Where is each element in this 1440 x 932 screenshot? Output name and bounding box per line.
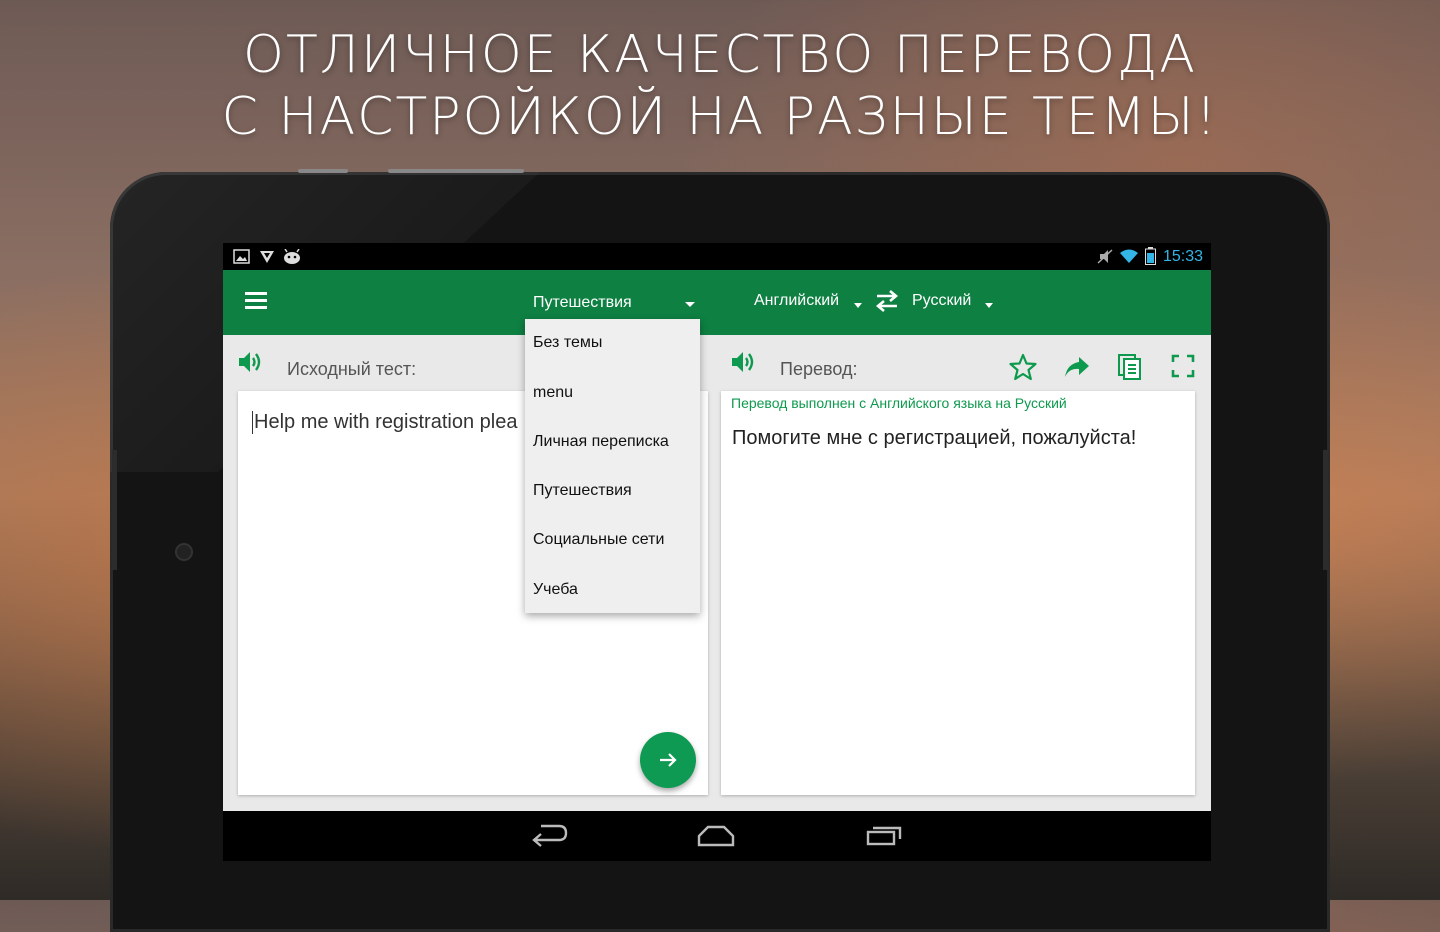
source-language-selector[interactable]: Английский xyxy=(754,292,839,310)
target-language-caret-icon[interactable] xyxy=(985,303,993,308)
translate-button[interactable] xyxy=(640,732,696,788)
recent-apps-icon[interactable] xyxy=(865,823,903,849)
copy-icon[interactable] xyxy=(1117,353,1143,381)
shield-notification-icon xyxy=(260,251,274,263)
share-icon[interactable] xyxy=(1063,353,1091,381)
source-speaker-icon[interactable] xyxy=(237,349,263,375)
source-text-input[interactable]: Help me with registration plea xyxy=(252,411,517,434)
status-time: 15:33 xyxy=(1162,248,1203,265)
topic-item-social[interactable]: Социальные сети xyxy=(533,531,664,549)
topic-item-study[interactable]: Учеба xyxy=(533,581,578,599)
topic-dropdown-caret-icon[interactable] xyxy=(685,302,695,307)
topic-selector[interactable]: Путешествия xyxy=(533,294,632,312)
translation-card: Перевод выполнен с Английского языка на … xyxy=(721,391,1195,795)
headline-line-1: ОТЛИЧНОЕ КАЧЕСТВО ПЕРЕВОДА xyxy=(243,25,1197,85)
wifi-icon xyxy=(1120,249,1138,263)
swap-languages-icon[interactable] xyxy=(873,288,901,314)
system-nav-bar xyxy=(223,811,1211,861)
target-language-selector[interactable]: Русский xyxy=(912,292,971,310)
fullscreen-icon[interactable] xyxy=(1171,353,1195,379)
translation-info: Перевод выполнен с Английского языка на … xyxy=(731,395,1067,411)
home-icon[interactable] xyxy=(696,823,736,849)
image-notification-icon xyxy=(233,249,250,264)
battery-icon xyxy=(1145,247,1156,265)
promo-headline: ОТЛИЧНОЕ КАЧЕСТВО ПЕРЕВОДА С НАСТРОЙКОЙ … xyxy=(0,24,1440,148)
app-toolbar: Путешествия Английский Русский xyxy=(223,270,1211,335)
tablet-volume-button xyxy=(298,169,348,173)
headline-line-2: С НАСТРОЙКОЙ НА РАЗНЫЕ ТЕМЫ! xyxy=(221,87,1219,147)
arrow-right-icon xyxy=(660,753,677,767)
topic-item-personal[interactable]: Личная переписка xyxy=(533,433,669,451)
tablet-side-button-right xyxy=(1323,450,1328,570)
favorite-star-icon[interactable] xyxy=(1009,353,1037,381)
topic-dropdown-menu: Без темы menu Личная переписка Путешеств… xyxy=(525,319,700,613)
back-icon[interactable] xyxy=(531,823,569,849)
source-panel-label: Исходный тест: xyxy=(287,359,417,379)
tablet-side-button-left xyxy=(112,450,117,570)
source-language-caret-icon[interactable] xyxy=(854,303,862,308)
app-screen: 15:33 Путешествия Английский Русский Исх… xyxy=(223,243,1211,861)
menu-hamburger-icon[interactable] xyxy=(245,292,267,310)
mute-icon xyxy=(1097,249,1113,264)
android-notification-icon xyxy=(284,249,300,264)
translation-text: Помогите мне с регистрацией, пожалуйста! xyxy=(732,427,1137,449)
target-panel-label: Перевод: xyxy=(780,359,858,379)
status-bar: 15:33 xyxy=(223,243,1211,270)
topic-item-travel[interactable]: Путешествия xyxy=(533,482,632,500)
tablet-power-button xyxy=(388,169,524,173)
topic-item-none[interactable]: Без темы xyxy=(533,334,602,352)
tablet-camera xyxy=(177,545,191,559)
topic-item-menu[interactable]: menu xyxy=(533,384,573,402)
target-speaker-icon[interactable] xyxy=(730,349,756,375)
